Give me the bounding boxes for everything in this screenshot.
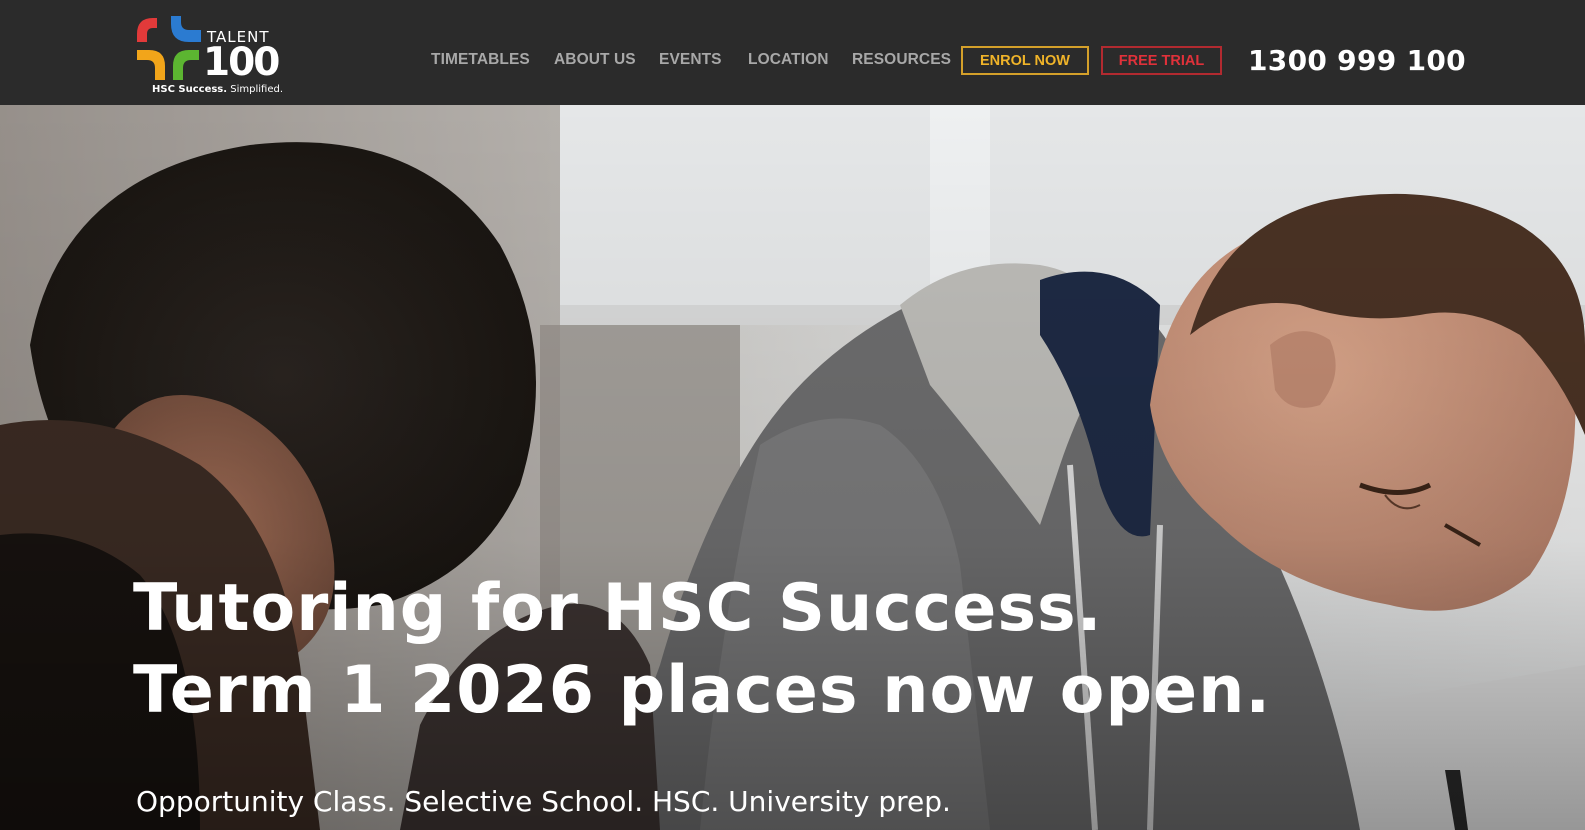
talent100-logo[interactable]: TALENT 100 HSC Success. Simplified.: [135, 14, 283, 98]
hero-headline: Tutoring for HSC Success. Term 1 2026 pl…: [133, 568, 1271, 732]
free-trial-button[interactable]: FREE TRIAL: [1101, 46, 1222, 75]
logo-tagline: HSC Success. Simplified.: [152, 84, 283, 95]
cross-mark-icon: [137, 16, 201, 80]
logo-word-100: 100: [203, 40, 280, 85]
hero-subheadline: Opportunity Class. Selective School. HSC…: [136, 785, 951, 818]
nav-location[interactable]: LOCATION: [748, 51, 829, 69]
nav-resources[interactable]: RESOURCES: [852, 51, 951, 69]
nav-events[interactable]: EVENTS: [659, 51, 722, 69]
headline-line-2: Term 1 2026 places now open.: [133, 653, 1272, 728]
nav-about-us[interactable]: ABOUT US: [554, 51, 636, 69]
enrol-now-button[interactable]: ENROL NOW: [961, 46, 1089, 75]
nav-timetables[interactable]: TIMETABLES: [431, 51, 530, 69]
site-header: TALENT 100 HSC Success. Simplified. TIME…: [0, 0, 1585, 105]
hero-banner: Tutoring for HSC Success. Term 1 2026 pl…: [0, 105, 1585, 830]
phone-number-link[interactable]: 1300 999 100: [1248, 44, 1466, 77]
tagline-bold: HSC Success.: [152, 84, 228, 95]
headline-line-1: Tutoring for HSC Success.: [133, 571, 1103, 646]
tagline-light: Simplified.: [230, 84, 283, 95]
